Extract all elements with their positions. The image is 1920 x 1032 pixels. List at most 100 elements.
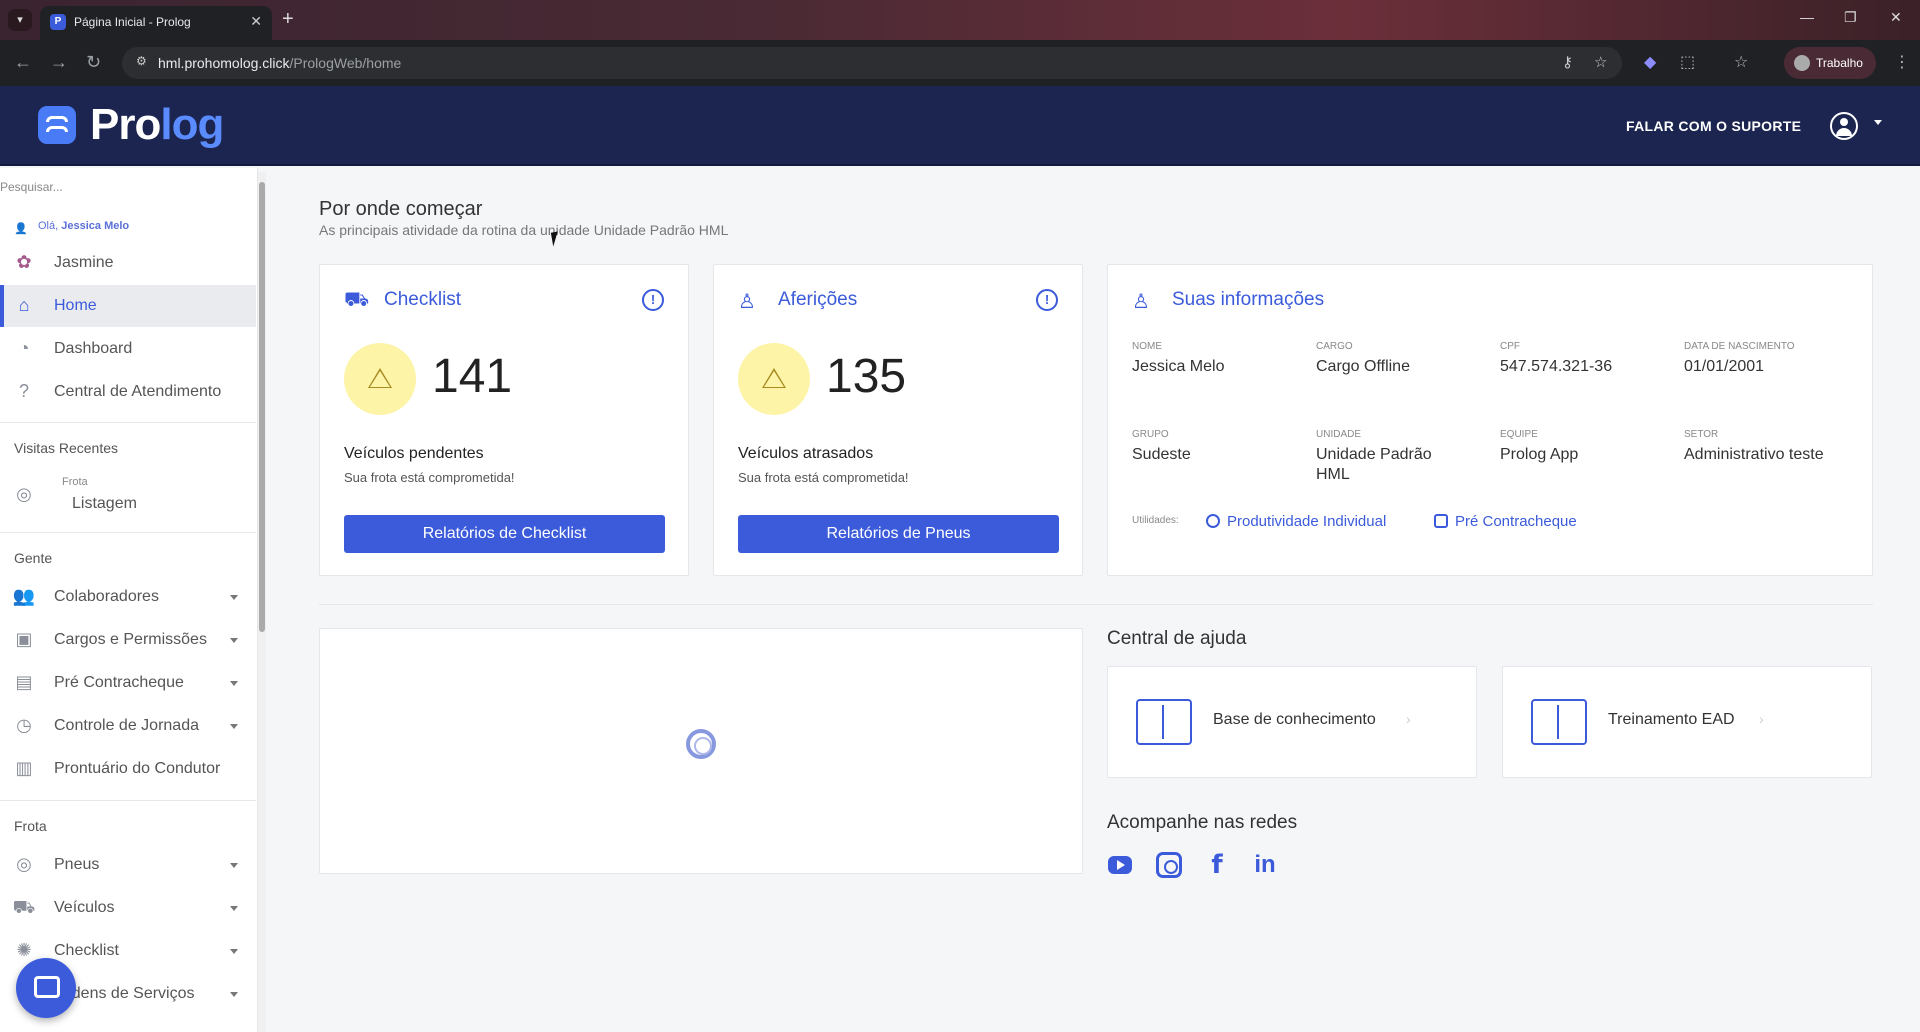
chevron-down-icon bbox=[230, 724, 238, 729]
extensions-puzzle-icon[interactable]: ⬚ bbox=[1680, 52, 1695, 72]
divider bbox=[0, 532, 256, 533]
section-divider bbox=[319, 604, 1873, 605]
facebook-icon[interactable]: f bbox=[1204, 852, 1230, 878]
close-tab-icon[interactable]: ✕ bbox=[250, 13, 262, 30]
afericoes-title: Aferições bbox=[778, 289, 858, 310]
sidebar-item-veiculos[interactable]: ⛟ Veículos bbox=[0, 887, 256, 929]
url-text: hml.prohomolog.click/PrologWeb/home bbox=[158, 55, 402, 71]
address-bar[interactable]: ⚙ hml.prohomolog.click/PrologWeb/home ⚷ … bbox=[122, 47, 1622, 79]
chevron-down-icon bbox=[230, 638, 238, 643]
alert-light-icon: ✺ bbox=[16, 940, 32, 960]
restore-icon[interactable]: ❐ bbox=[1844, 9, 1857, 26]
recent-visits-title: Visitas Recentes bbox=[14, 440, 119, 456]
chat-icon bbox=[34, 976, 60, 998]
checklist-title: Checklist bbox=[384, 289, 462, 310]
sidebar-item-central-atendimento[interactable]: ? Central de Atendimento bbox=[0, 371, 256, 413]
sidebar-item-dashboard[interactable]: ◔ Dashboard bbox=[0, 328, 256, 370]
app-header: Prolog FALAR COM O SUPORTE bbox=[0, 86, 1920, 166]
tire-reports-button[interactable]: Relatórios de Pneus bbox=[738, 515, 1059, 553]
instagram-icon[interactable] bbox=[1156, 852, 1182, 878]
field-value-cargo: Cargo Offline bbox=[1316, 358, 1410, 375]
sidebar-item-home[interactable]: ⌂ Home bbox=[0, 285, 256, 327]
reload-icon[interactable]: ↻ bbox=[86, 52, 101, 72]
field-label: EQUIPE bbox=[1500, 429, 1538, 440]
browser-menu-icon[interactable]: ⋮ bbox=[1894, 52, 1910, 72]
chevron-right-icon: › bbox=[1759, 711, 1764, 727]
book-icon bbox=[1136, 699, 1192, 745]
site-info-icon[interactable]: ⚙ bbox=[136, 54, 152, 70]
checklist-reports-button[interactable]: Relatórios de Checklist bbox=[344, 515, 665, 553]
chat-button[interactable] bbox=[16, 958, 76, 1018]
minimize-icon[interactable]: — bbox=[1800, 9, 1814, 25]
extension-icon[interactable]: ◆ bbox=[1644, 52, 1656, 72]
key-icon[interactable]: ⚷ bbox=[1562, 53, 1573, 71]
sidebar-search-input[interactable]: Pesquisar... bbox=[0, 180, 63, 194]
warning-icon bbox=[344, 343, 416, 415]
info-icon[interactable]: ! bbox=[1036, 289, 1058, 311]
knowledge-base-label: Base de conhecimento bbox=[1213, 711, 1376, 728]
back-icon[interactable]: ← bbox=[14, 52, 32, 72]
sidebar-scrollbar[interactable] bbox=[258, 172, 266, 1032]
truck-check-icon: ⛟ bbox=[344, 289, 370, 311]
loading-panel bbox=[319, 628, 1083, 874]
sidebar: Pesquisar... 👤 Olá, Jessica Melo ✿ Jasmin… bbox=[0, 168, 258, 1032]
browser-tabstrip: ▾ P Página Inicial - Prolog ✕ + — ❐ ✕ bbox=[0, 0, 1920, 40]
ead-training-card[interactable]: Treinamento EAD › bbox=[1502, 666, 1872, 778]
sidebar-item-prontuario[interactable]: ▥ Prontuário do Condutor bbox=[0, 748, 256, 790]
home-icon: ⌂ bbox=[18, 295, 30, 315]
produtividade-link[interactable]: Produtividade Individual bbox=[1206, 513, 1386, 530]
new-tab-button[interactable]: + bbox=[282, 8, 294, 30]
field-label: NOME bbox=[1132, 341, 1162, 352]
people-icon: 👥 bbox=[12, 586, 36, 606]
dashboard-icon: ◔ bbox=[18, 338, 30, 358]
document-icon: ▥ bbox=[15, 758, 33, 778]
sidebar-item-controle-jornada[interactable]: ◷ Controle de Jornada bbox=[0, 705, 256, 747]
checklist-sub: Sua frota está comprometida! bbox=[344, 470, 515, 485]
tab-title: Página Inicial - Prolog bbox=[74, 15, 191, 29]
field-value-cpf: 547.574.321-36 bbox=[1500, 358, 1613, 375]
browser-tab[interactable]: P Página Inicial - Prolog ✕ bbox=[40, 6, 272, 40]
user-info-card: ♙ Suas informações NOME Jessica Melo CAR… bbox=[1107, 264, 1873, 576]
linkedin-icon[interactable]: in bbox=[1252, 852, 1278, 878]
prolog-favicon-icon: P bbox=[50, 14, 66, 30]
forward-icon[interactable]: → bbox=[50, 52, 68, 72]
info-icon[interactable]: ! bbox=[642, 289, 664, 311]
bookmark-star-icon[interactable]: ☆ bbox=[1594, 53, 1607, 71]
page-title: Por onde começar bbox=[319, 198, 483, 220]
knowledge-base-card[interactable]: Base de conhecimento › bbox=[1107, 666, 1477, 778]
sidebar-item-pre-contracheque[interactable]: ▤ Pré Contracheque bbox=[0, 662, 256, 704]
chevron-down-icon[interactable] bbox=[1874, 120, 1882, 125]
help-icon: ? bbox=[18, 381, 29, 401]
user-gauge-icon: ♙ bbox=[738, 291, 756, 313]
sidebar-item-cargos[interactable]: ▣ Cargos e Permissões bbox=[0, 619, 256, 661]
youtube-icon[interactable] bbox=[1108, 856, 1132, 874]
coin-icon bbox=[1206, 514, 1220, 528]
chevron-down-icon bbox=[230, 595, 238, 600]
afericoes-label: Veículos atrasados bbox=[738, 445, 874, 462]
pre-contracheque-link[interactable]: Pré Contracheque bbox=[1434, 513, 1577, 530]
sidebar-item-pneus[interactable]: ◎ Pneus bbox=[0, 844, 256, 886]
sidebar-company[interactable]: ✿ Jasmine bbox=[0, 242, 256, 284]
tab-search-button[interactable]: ▾ bbox=[8, 9, 32, 31]
sidebar-item-colaboradores[interactable]: 👥 Colaboradores bbox=[0, 576, 256, 618]
chevron-down-icon bbox=[230, 906, 238, 911]
bookmarks-icon[interactable]: ☆ bbox=[1734, 52, 1748, 72]
page-subtitle: As principais atividade da rotina da uni… bbox=[319, 222, 729, 238]
gente-section-title: Gente bbox=[14, 550, 53, 566]
scrollbar-thumb[interactable] bbox=[259, 182, 265, 632]
field-value-nascimento: 01/01/2001 bbox=[1684, 358, 1765, 375]
field-label: UNIDADE bbox=[1316, 429, 1362, 440]
chevron-down-icon bbox=[230, 863, 238, 868]
field-label: SETOR bbox=[1684, 429, 1719, 440]
support-link[interactable]: FALAR COM O SUPORTE bbox=[1626, 118, 1801, 134]
profile-button[interactable]: Trabalho bbox=[1784, 47, 1876, 79]
divider bbox=[0, 422, 256, 423]
user-greeting: 👤 Olá, Jessica Melo bbox=[14, 220, 130, 235]
user-account-icon[interactable] bbox=[1830, 112, 1858, 140]
field-value-nome: Jessica Melo bbox=[1132, 358, 1225, 375]
close-window-icon[interactable]: ✕ bbox=[1890, 9, 1902, 26]
warning-icon bbox=[738, 343, 810, 415]
checklist-label: Veículos pendentes bbox=[344, 445, 484, 462]
divider bbox=[0, 800, 256, 801]
browser-toolbar: ← → ↻ ⚙ hml.prohomolog.click/PrologWeb/h… bbox=[0, 40, 1920, 86]
